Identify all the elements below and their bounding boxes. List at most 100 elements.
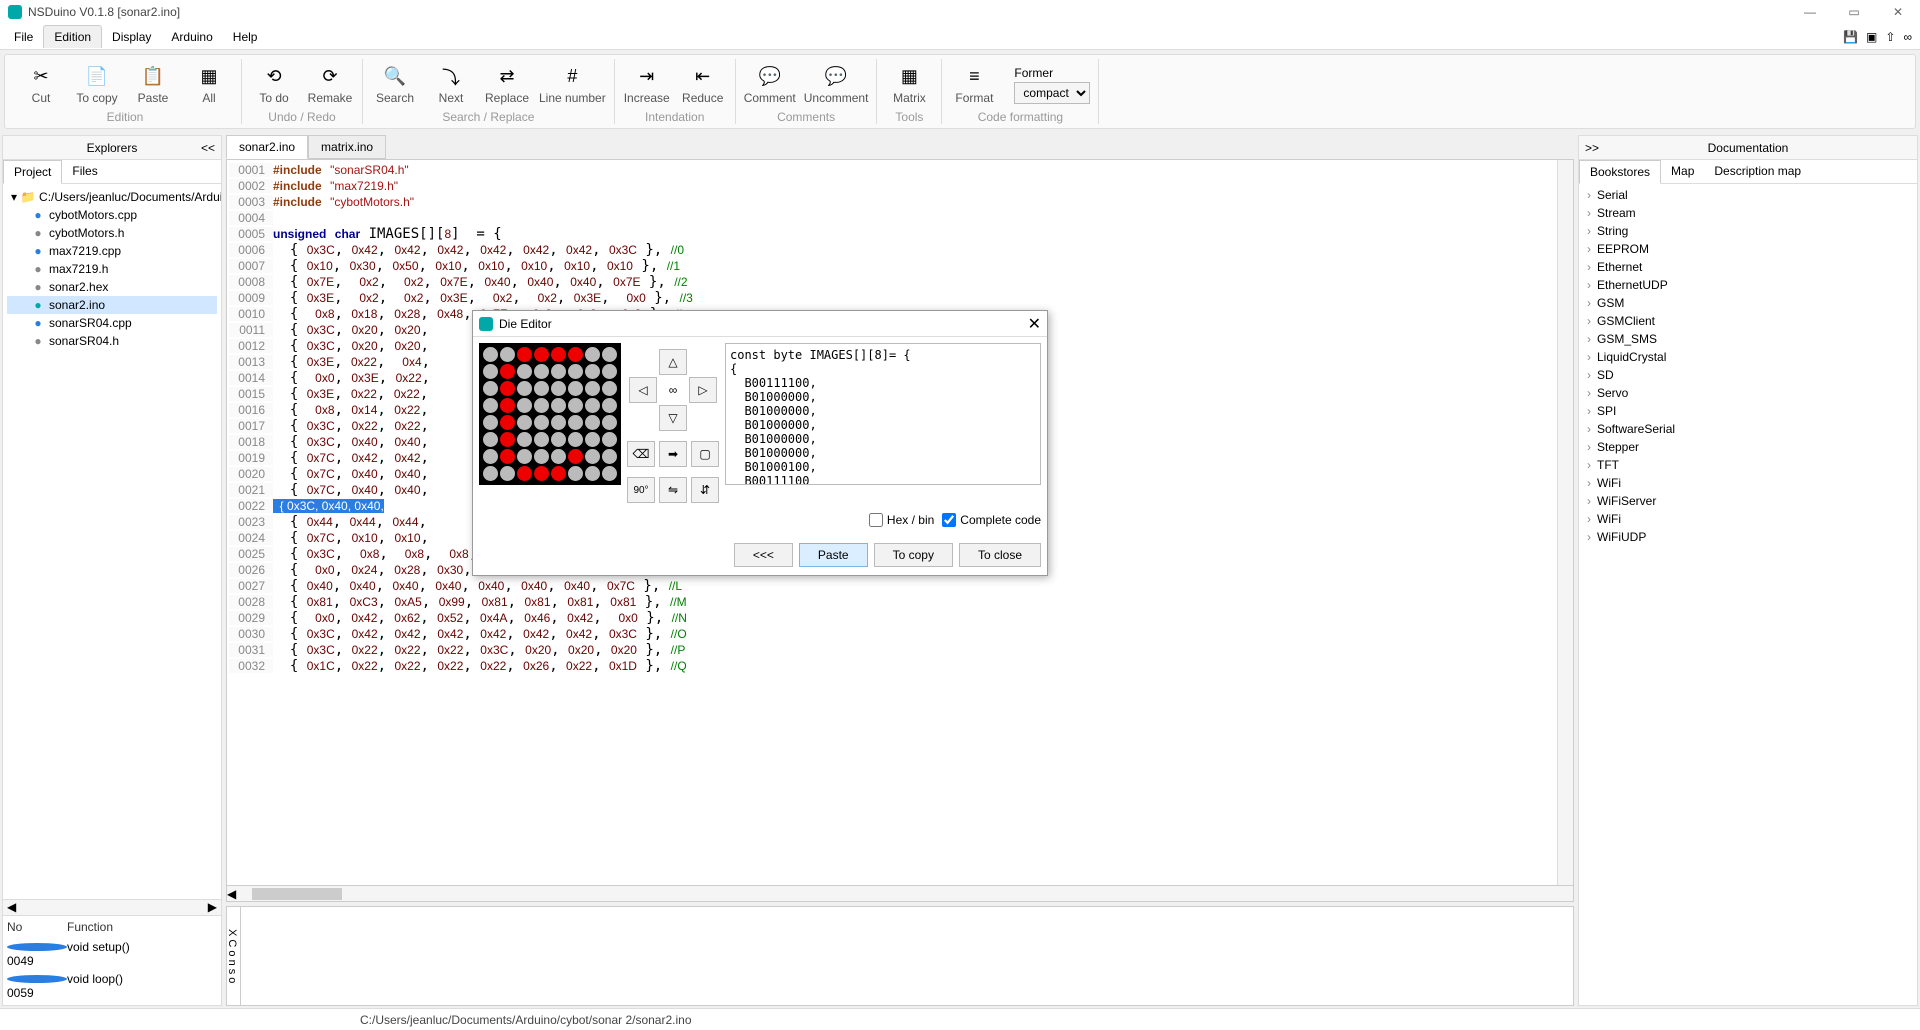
horizontal-scrollbar[interactable]: ◀▶ xyxy=(3,899,221,915)
matrix-cell[interactable] xyxy=(500,381,515,396)
doc-item-wifi[interactable]: WiFi xyxy=(1581,510,1915,528)
matrix-cell[interactable] xyxy=(568,466,583,481)
arrow-left-button[interactable]: ◁ xyxy=(629,377,657,403)
matrix-cell[interactable] xyxy=(602,364,617,379)
file-sonar2-hex[interactable]: ●sonar2.hex xyxy=(7,278,217,296)
matrix-cell[interactable] xyxy=(568,347,583,362)
led-matrix[interactable] xyxy=(479,343,621,485)
matrix-cell[interactable] xyxy=(483,398,498,413)
save-icon[interactable]: 💾 xyxy=(1843,30,1858,44)
file-cybotMotors-h[interactable]: ●cybotMotors.h xyxy=(7,224,217,242)
matrix-cell[interactable] xyxy=(517,364,532,379)
upload-icon[interactable]: ⇧ xyxy=(1885,30,1895,44)
rotate-90-button[interactable]: 90° xyxy=(627,477,655,503)
doc-item-eeprom[interactable]: EEPROM xyxy=(1581,240,1915,258)
explorer-tab-project[interactable]: Project xyxy=(3,160,62,184)
console-tab-label[interactable]: X C o n s o xyxy=(227,907,241,1005)
all-button[interactable]: ▦All xyxy=(185,65,233,105)
matrix-cell[interactable] xyxy=(551,347,566,362)
matrix-cell[interactable] xyxy=(551,364,566,379)
matrix-cell[interactable] xyxy=(534,415,549,430)
explorer-tab-files[interactable]: Files xyxy=(62,160,107,183)
dialog-to-copy-button[interactable]: To copy xyxy=(874,543,953,567)
matrix-cell[interactable] xyxy=(534,347,549,362)
file-sonarSR04-h[interactable]: ●sonarSR04.h xyxy=(7,332,217,350)
matrix-cell[interactable] xyxy=(602,347,617,362)
matrix-cell[interactable] xyxy=(551,381,566,396)
editor-hscrollbar[interactable]: ◀ xyxy=(226,886,1574,902)
matrix-cell[interactable] xyxy=(551,432,566,447)
matrix-cell[interactable] xyxy=(568,381,583,396)
matrix-button[interactable]: ▦Matrix xyxy=(885,65,933,105)
doc-item-gsmclient[interactable]: GSMClient xyxy=(1581,312,1915,330)
matrix-cell[interactable] xyxy=(551,415,566,430)
doc-item-gsm[interactable]: GSM xyxy=(1581,294,1915,312)
doc-item-liquidcrystal[interactable]: LiquidCrystal xyxy=(1581,348,1915,366)
file-max7219-h[interactable]: ●max7219.h xyxy=(7,260,217,278)
doc-item-wifiserver[interactable]: WiFiServer xyxy=(1581,492,1915,510)
matrix-cell[interactable] xyxy=(568,364,583,379)
cut-button[interactable]: ✂Cut xyxy=(17,65,65,105)
doc-item-wifiudp[interactable]: WiFiUDP xyxy=(1581,528,1915,546)
dialog-paste-button[interactable]: Paste xyxy=(799,543,868,567)
collapse-left-icon[interactable]: << xyxy=(201,141,215,155)
outline-row[interactable]: 0059void loop() xyxy=(3,970,221,1002)
doc-item-softwareserial[interactable]: SoftwareSerial xyxy=(1581,420,1915,438)
matrix-cell[interactable] xyxy=(500,347,515,362)
menu-display[interactable]: Display xyxy=(102,26,161,48)
arrow-down-button[interactable]: ▽ xyxy=(659,405,687,431)
matrix-cell[interactable] xyxy=(500,415,515,430)
doc-item-servo[interactable]: Servo xyxy=(1581,384,1915,402)
matrix-cell[interactable] xyxy=(483,364,498,379)
dialog---button[interactable]: <<< xyxy=(734,543,793,567)
file-sonarSR04-cpp[interactable]: ●sonarSR04.cpp xyxy=(7,314,217,332)
matrix-cell[interactable] xyxy=(585,364,600,379)
increase-button[interactable]: ⇥Increase xyxy=(623,65,671,105)
uncomment-button[interactable]: 💬Uncomment xyxy=(804,65,869,105)
minimize-button[interactable]: — xyxy=(1788,0,1832,24)
arrow-up-button[interactable]: △ xyxy=(659,349,687,375)
matrix-cell[interactable] xyxy=(483,466,498,481)
matrix-cell[interactable] xyxy=(602,432,617,447)
arduino-icon[interactable]: ∞ xyxy=(1903,30,1912,44)
maximize-button[interactable]: ▭ xyxy=(1832,0,1876,24)
matrix-cell[interactable] xyxy=(534,364,549,379)
close-button[interactable]: ✕ xyxy=(1876,0,1920,24)
doc-item-tft[interactable]: TFT xyxy=(1581,456,1915,474)
matrix-cell[interactable] xyxy=(602,381,617,396)
menu-help[interactable]: Help xyxy=(223,26,268,48)
matrix-cell[interactable] xyxy=(517,398,532,413)
matrix-cell[interactable] xyxy=(483,449,498,464)
matrix-cell[interactable] xyxy=(483,415,498,430)
matrix-cell[interactable] xyxy=(500,398,515,413)
matrix-cell[interactable] xyxy=(517,466,532,481)
matrix-cell[interactable] xyxy=(585,415,600,430)
matrix-cell[interactable] xyxy=(517,347,532,362)
matrix-cell[interactable] xyxy=(602,415,617,430)
chip-icon[interactable]: ▣ xyxy=(1866,30,1877,44)
replace-button[interactable]: ⇄Replace xyxy=(483,65,531,105)
dialog-to-close-button[interactable]: To close xyxy=(959,543,1041,567)
format-select[interactable]: compact xyxy=(1014,82,1090,104)
doc-tab-description-map[interactable]: Description map xyxy=(1704,160,1811,183)
doc-item-ethernet[interactable]: Ethernet xyxy=(1581,258,1915,276)
matrix-cell[interactable] xyxy=(568,398,583,413)
menu-file[interactable]: File xyxy=(4,26,43,48)
doc-item-ethernetudp[interactable]: EthernetUDP xyxy=(1581,276,1915,294)
editor-tab-matrix-ino[interactable]: matrix.ino xyxy=(308,135,386,159)
comment-button[interactable]: 💬Comment xyxy=(744,65,796,105)
matrix-cell[interactable] xyxy=(551,449,566,464)
matrix-cell[interactable] xyxy=(585,381,600,396)
doc-tab-bookstores[interactable]: Bookstores xyxy=(1579,160,1661,184)
tree-root[interactable]: ▾📁C:/Users/jeanluc/Documents/Arduir xyxy=(7,188,217,206)
eraser-button[interactable]: ⌫ xyxy=(627,441,655,467)
reduce-button[interactable]: ⇤Reduce xyxy=(679,65,727,105)
complete-code-checkbox[interactable]: Complete code xyxy=(942,513,1041,527)
doc-item-stepper[interactable]: Stepper xyxy=(1581,438,1915,456)
doc-item-string[interactable]: String xyxy=(1581,222,1915,240)
matrix-cell[interactable] xyxy=(602,398,617,413)
menu-arduino[interactable]: Arduino xyxy=(161,26,222,48)
matrix-cell[interactable] xyxy=(483,432,498,447)
format-button[interactable]: ≡Format xyxy=(950,65,998,105)
matrix-cell[interactable] xyxy=(551,466,566,481)
